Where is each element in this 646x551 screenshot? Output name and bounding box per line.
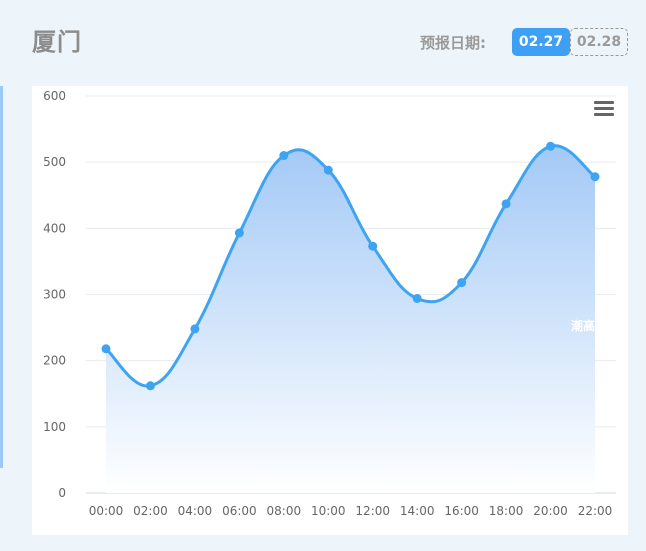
x-tick-label: 08:00 [267, 504, 302, 518]
data-point [457, 278, 467, 288]
x-tick-label: 22:00 [578, 504, 613, 518]
x-tick-label: 14:00 [400, 504, 435, 518]
city-title: 厦门 [32, 28, 82, 56]
y-tick-label: 300 [43, 288, 66, 302]
y-tick-label: 400 [43, 221, 66, 235]
chart-card: 0 100 200 300 400 500 600 00:00 02:00 04:00 06:00… [32, 86, 628, 535]
x-tick-label: 04:00 [178, 504, 213, 518]
left-accent-bar [0, 86, 3, 468]
date-button-0227[interactable]: 02.27 [512, 28, 570, 56]
x-tick-label: 10:00 [311, 504, 346, 518]
series-name-label: 潮高 [571, 318, 595, 333]
data-point [323, 165, 333, 175]
y-tick-label: 100 [43, 420, 66, 434]
date-button-0228[interactable]: 02.28 [570, 28, 628, 56]
x-tick-label: 00:00 [89, 504, 124, 518]
data-point [145, 381, 155, 391]
x-tick-label: 06:00 [222, 504, 257, 518]
tide-forecast-page: 厦门 预报日期: 02.27 02.28 0 100 200 300 400 500 600… [0, 0, 646, 551]
data-point [190, 324, 200, 334]
x-tick-label: 16:00 [444, 504, 479, 518]
chart-menu-icon[interactable] [594, 101, 614, 119]
x-tick-label: 18:00 [489, 504, 524, 518]
x-tick-label: 20:00 [533, 504, 568, 518]
y-tick-label: 500 [43, 155, 66, 169]
y-tick-label: 600 [43, 89, 66, 103]
data-point [501, 199, 511, 209]
data-point [368, 241, 378, 251]
tide-chart: 0 100 200 300 400 500 600 00:00 02:00 04:00 06:00… [43, 89, 616, 518]
x-tick-label: 12:00 [355, 504, 390, 518]
series-area [106, 145, 595, 493]
data-point [234, 228, 244, 238]
data-point [279, 151, 289, 161]
data-point [101, 344, 111, 354]
y-tick-label: 200 [43, 354, 66, 368]
data-point [546, 141, 556, 151]
data-point [590, 172, 600, 182]
x-tick-label: 02:00 [133, 504, 168, 518]
forecast-date-label: 预报日期: [420, 34, 486, 52]
data-point [412, 293, 422, 303]
y-tick-label: 0 [58, 486, 66, 500]
